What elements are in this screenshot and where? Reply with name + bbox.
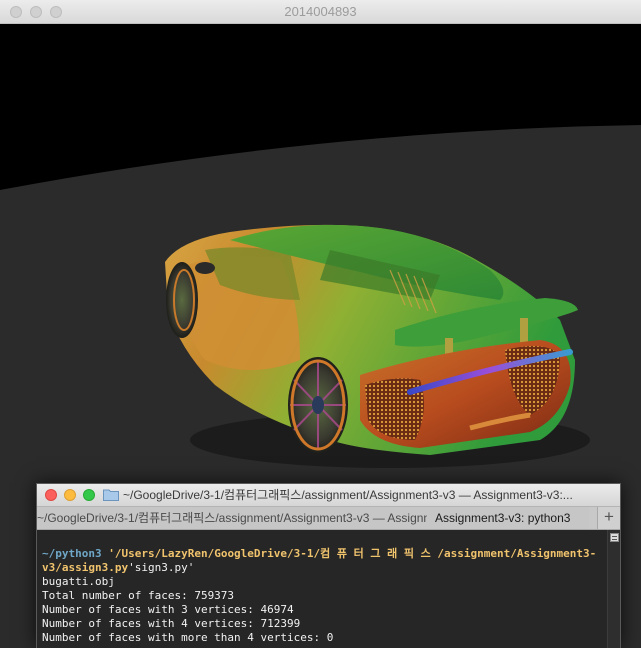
window-title: 2014004893 bbox=[284, 4, 357, 19]
output-line: bugatti.obj bbox=[42, 575, 115, 588]
opengl-titlebar: 2014004893 bbox=[0, 0, 641, 24]
command-text-line1: '/Users/LazyRen/GoogleDrive/3-1/컴 퓨 터 그 … bbox=[101, 547, 597, 560]
command-text-line2-tail: 'sign3.py' bbox=[128, 561, 195, 574]
close-button[interactable] bbox=[45, 489, 57, 501]
terminal-title: ~/GoogleDrive/3-1/컴퓨터그래픽스/assignment/Ass… bbox=[123, 488, 573, 502]
command-text-line2: v3/assign3.py bbox=[42, 561, 129, 574]
output-line: Number of faces with more than 4 vertice… bbox=[42, 631, 334, 644]
terminal-output[interactable]: ~/python3 '/Users/LazyRen/GoogleDrive/3-… bbox=[37, 530, 607, 648]
output-line: Total number of faces: 759373 bbox=[42, 589, 235, 602]
split-pane-icon[interactable] bbox=[610, 533, 619, 542]
terminal-titlebar[interactable]: ~/GoogleDrive/3-1/컴퓨터그래픽스/assignment/Ass… bbox=[37, 484, 620, 506]
folder-icon bbox=[103, 489, 119, 501]
scrollbar[interactable] bbox=[607, 530, 620, 648]
minimize-button[interactable] bbox=[64, 489, 76, 501]
tab-inactive[interactable]: ~/GoogleDrive/3-1/컴퓨터그래픽스/assignment/Ass… bbox=[37, 507, 523, 529]
tab-bar: ~/GoogleDrive/3-1/컴퓨터그래픽스/assignment/Ass… bbox=[37, 506, 620, 530]
terminal-window[interactable]: ~/GoogleDrive/3-1/컴퓨터그래픽스/assignment/Ass… bbox=[36, 483, 621, 648]
output-line: Number of faces with 4 vertices: 712399 bbox=[42, 617, 301, 630]
output-line: Number of faces with 3 vertices: 46974 bbox=[42, 603, 294, 616]
tab-active[interactable]: Assignment3-v3: python3 bbox=[427, 507, 589, 529]
prompt-path: ~/python3 bbox=[42, 547, 102, 560]
new-tab-button[interactable]: + bbox=[597, 507, 620, 529]
tab-active-label: Assignment3-v3: python3 bbox=[435, 511, 571, 525]
zoom-button[interactable] bbox=[83, 489, 95, 501]
